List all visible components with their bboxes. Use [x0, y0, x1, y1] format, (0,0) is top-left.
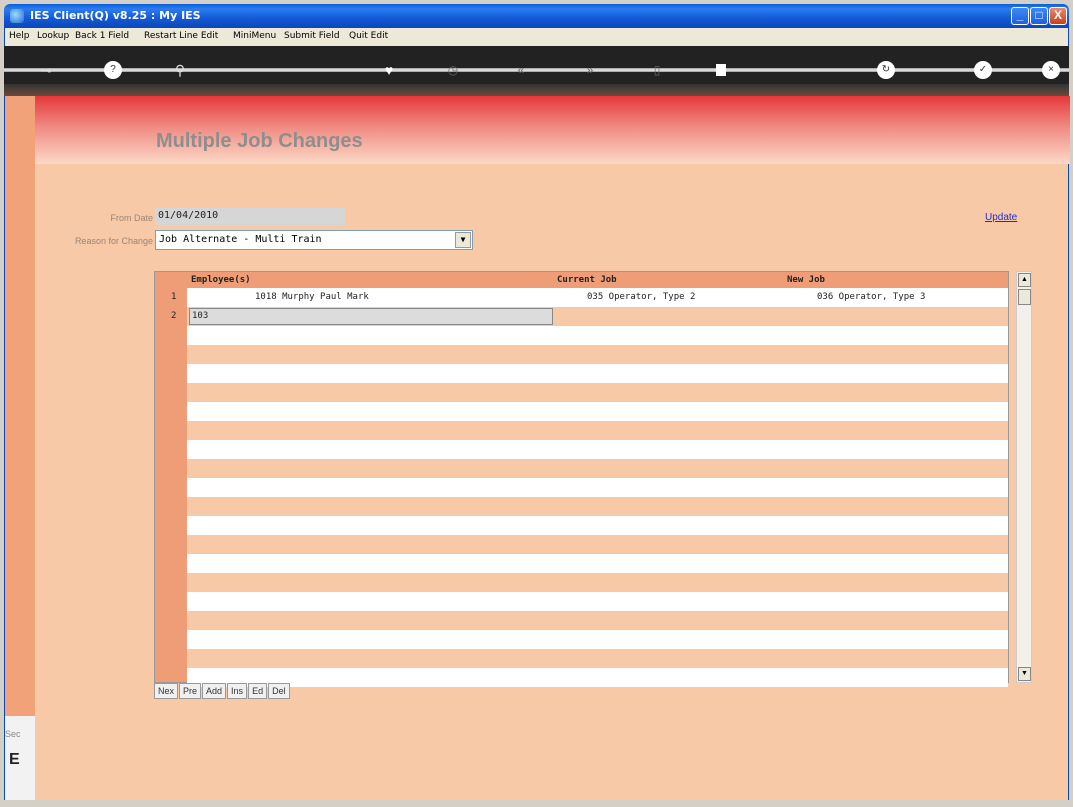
app-icon: [10, 9, 24, 23]
menu-bar: Help Lookup Back 1 Field Restart Line Ed…: [4, 28, 1069, 46]
employee-input[interactable]: 103: [189, 308, 553, 325]
page-title: Multiple Job Changes: [156, 130, 363, 152]
table-row[interactable]: [187, 402, 1008, 421]
table-row[interactable]: [187, 459, 1008, 478]
page-header: Multiple Job Changes: [35, 96, 1070, 164]
delete-button[interactable]: Del: [268, 683, 290, 699]
menu-item-back-1-field[interactable]: Back 1 Field: [75, 31, 129, 41]
search-icon[interactable]: ⚲: [171, 61, 189, 79]
new-job-cell[interactable]: 036 Operator, Type 3: [817, 292, 925, 302]
table-row[interactable]: [187, 554, 1008, 573]
grid-rows: 1 1018 Murphy Paul Mark 035 Operator, Ty…: [171, 288, 1008, 687]
scroll-down-icon[interactable]: ▼: [1018, 667, 1031, 681]
table-row[interactable]: [187, 649, 1008, 668]
clock-icon[interactable]: ◷: [444, 61, 462, 79]
main-area: Sec E Multiple Job Changes From Date 01/…: [4, 96, 1070, 800]
table-row[interactable]: [187, 592, 1008, 611]
grid-button-bar: Nex Pre Add Ins Ed Del: [154, 683, 291, 700]
update-link[interactable]: Update: [985, 212, 1017, 223]
table-row[interactable]: 1 1018 Murphy Paul Mark 035 Operator, Ty…: [171, 288, 1008, 307]
sec-label: Sec: [5, 729, 21, 739]
key-icon[interactable]: ⊸: [32, 61, 60, 79]
table-row[interactable]: [187, 440, 1008, 459]
menu-item-restart-line-edit[interactable]: Restart Line Edit: [144, 31, 218, 41]
table-row[interactable]: [187, 573, 1008, 592]
reason-select-value: Job Alternate - Multi Train: [159, 234, 322, 245]
current-job-cell[interactable]: 035 Operator, Type 2: [587, 292, 695, 302]
table-row[interactable]: 2 103: [171, 307, 1008, 326]
menu-item-minimenu[interactable]: MiniMenu: [233, 31, 276, 41]
lock-icon[interactable]: ▯: [648, 61, 666, 79]
left-strip: Sec E: [5, 96, 35, 800]
grid-header: Employee(s) Current Job New Job: [187, 272, 1008, 288]
toolbar-strip: [4, 68, 1069, 72]
edit-button[interactable]: Ed: [248, 683, 268, 699]
menu-item-quit-edit[interactable]: Quit Edit: [349, 31, 388, 41]
table-row[interactable]: [187, 326, 1008, 345]
row-number: 2: [171, 311, 177, 321]
table-row[interactable]: [187, 630, 1008, 649]
scroll-up-icon[interactable]: ▲: [1018, 273, 1031, 287]
scroll-thumb[interactable]: [1018, 289, 1031, 305]
table-row[interactable]: [187, 383, 1008, 402]
employee-cell[interactable]: 1018 Murphy Paul Mark: [255, 292, 369, 302]
toolbar: ⊸ ? ⚲ ♥ ◷ « » ▯ ↻ ✓ ×: [4, 46, 1069, 96]
insert-button[interactable]: Ins: [227, 683, 248, 699]
table-row[interactable]: [187, 497, 1008, 516]
header-employee: Employee(s): [191, 275, 251, 285]
window-title: IES Client(Q) v8.25 : My IES: [30, 9, 201, 22]
menu-item-lookup[interactable]: Lookup: [37, 31, 69, 41]
stop-icon[interactable]: [716, 64, 726, 76]
employee-grid: Employee(s) Current Job New Job 1 1018 M…: [154, 271, 1009, 687]
header-new-job: New Job: [787, 275, 825, 285]
reason-select[interactable]: Job Alternate - Multi Train ▼: [155, 230, 473, 250]
table-row[interactable]: [187, 364, 1008, 383]
grid-scrollbar[interactable]: ▲ ▼: [1016, 271, 1032, 683]
title-bar: IES Client(Q) v8.25 : My IES _ □ X: [4, 4, 1069, 28]
minimize-button[interactable]: _: [1011, 7, 1029, 25]
maximize-button[interactable]: □: [1030, 7, 1048, 25]
refresh-icon[interactable]: ↻: [877, 61, 895, 79]
rewind-icon[interactable]: «: [512, 61, 530, 79]
table-row[interactable]: [187, 668, 1008, 687]
row-number-column: [155, 272, 187, 682]
chevron-down-icon[interactable]: ▼: [455, 232, 471, 248]
table-row[interactable]: [187, 421, 1008, 440]
heart-icon[interactable]: ♥: [380, 61, 398, 79]
table-row[interactable]: [187, 611, 1008, 630]
from-date-label: From Date: [110, 213, 153, 223]
add-button[interactable]: Add: [202, 683, 227, 699]
reason-label: Reason for Change: [74, 236, 153, 246]
toolbar-glow: [4, 84, 1069, 96]
close-icon[interactable]: ×: [1042, 61, 1060, 79]
row-number: 1: [171, 292, 177, 302]
forward-icon[interactable]: »: [581, 61, 599, 79]
menu-item-submit-field[interactable]: Submit Field: [284, 31, 340, 41]
side-char: E: [9, 751, 20, 768]
table-row[interactable]: [187, 516, 1008, 535]
previous-button[interactable]: Pre: [179, 683, 202, 699]
table-row[interactable]: [187, 535, 1008, 554]
next-button[interactable]: Nex: [154, 683, 179, 699]
check-icon[interactable]: ✓: [974, 61, 992, 79]
menu-item-help[interactable]: Help: [9, 31, 30, 41]
help-icon[interactable]: ?: [104, 61, 122, 79]
header-current-job: Current Job: [557, 275, 617, 285]
from-date-field[interactable]: 01/04/2010: [155, 208, 345, 225]
table-row[interactable]: [187, 345, 1008, 364]
table-row[interactable]: [187, 478, 1008, 497]
close-button[interactable]: X: [1049, 7, 1067, 25]
